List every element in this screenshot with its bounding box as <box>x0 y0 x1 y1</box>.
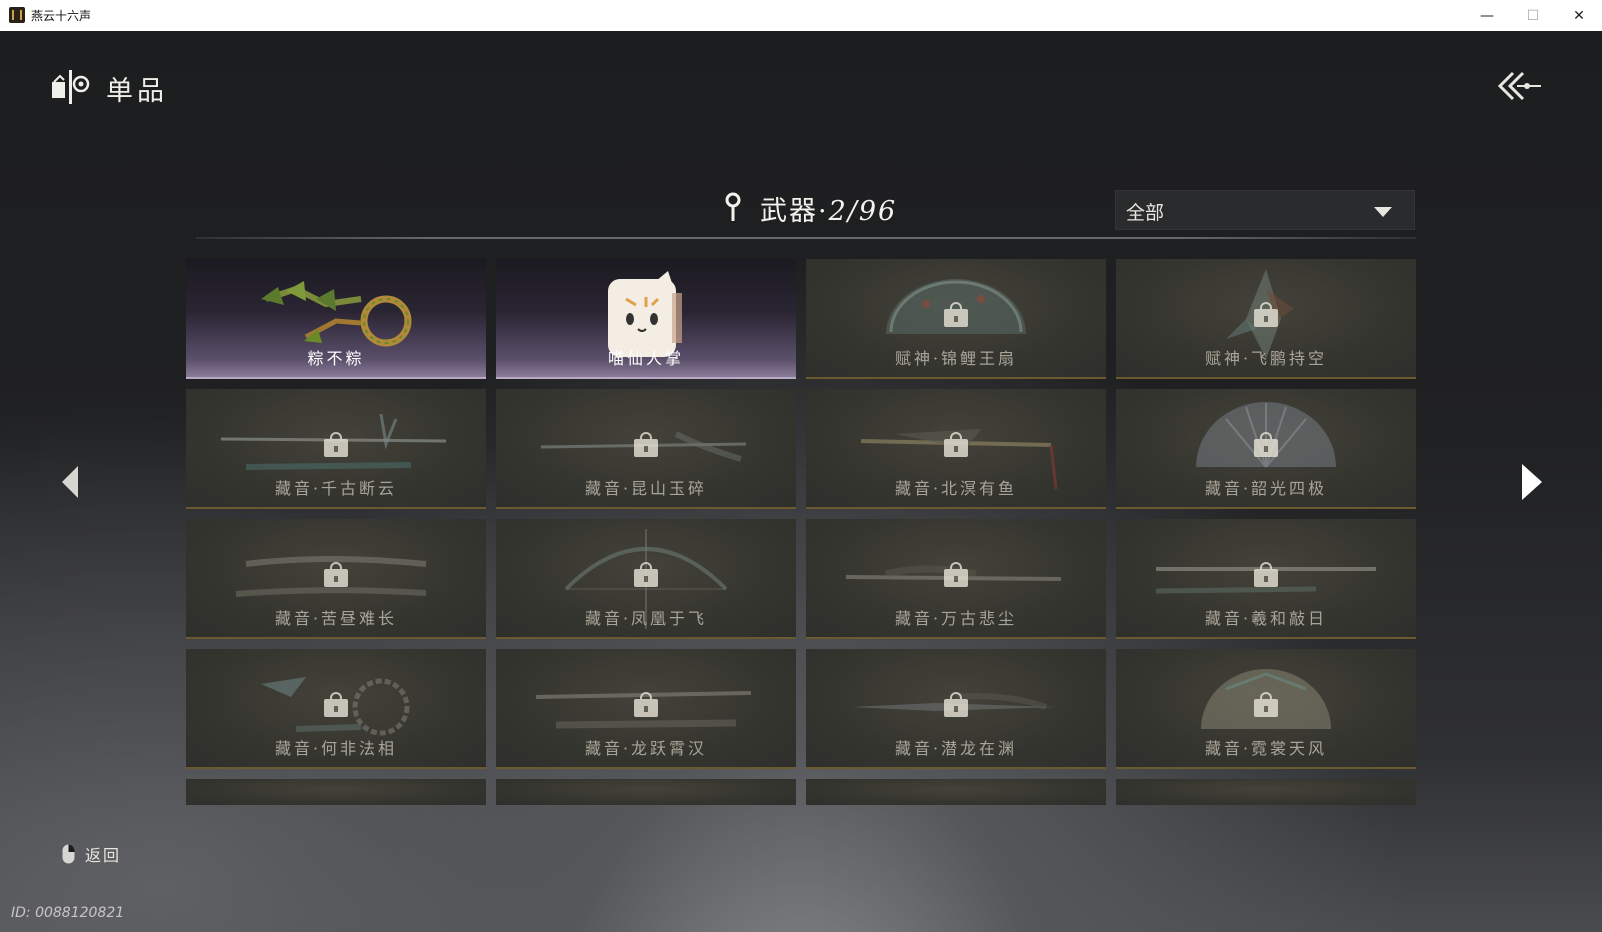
lock-icon <box>1254 692 1278 717</box>
category-name: 武器 <box>760 196 818 227</box>
previous-page-arrow-icon[interactable] <box>58 463 82 501</box>
chevron-down-icon <box>1374 207 1392 217</box>
back-arrow-icon[interactable] <box>1497 69 1543 103</box>
item-card[interactable]: 藏音·羲和敲日 <box>1116 519 1416 639</box>
filter-value: 全部 <box>1126 202 1165 224</box>
item-name: 藏音·万古悲尘 <box>894 609 1018 628</box>
item-card-partial[interactable] <box>806 779 1106 805</box>
back-label: 返回 <box>85 846 122 865</box>
item-card[interactable]: 藏音·霓裳天风 <box>1116 649 1416 769</box>
minimize-button[interactable]: — <box>1464 0 1510 31</box>
item-card[interactable]: 喵仙人掌 <box>496 259 796 379</box>
lock-icon <box>944 562 968 587</box>
close-button[interactable]: ✕ <box>1556 0 1602 31</box>
lock-icon <box>944 432 968 457</box>
item-card-partial[interactable] <box>1116 779 1416 805</box>
header-divider <box>196 237 1416 239</box>
wardrobe-icon <box>52 70 90 104</box>
mouse-right-click-icon <box>62 844 75 864</box>
lock-icon <box>944 302 968 327</box>
item-name: 粽不粽 <box>307 349 365 368</box>
item-card-partial[interactable] <box>496 779 796 805</box>
lock-icon <box>324 432 348 457</box>
category-title: 武器·2/96 <box>760 189 897 228</box>
item-name: 藏音·北溟有鱼 <box>894 479 1018 498</box>
user-id: ID: 0088120821 <box>11 905 125 921</box>
filter-dropdown[interactable]: 全部 <box>1115 190 1415 230</box>
item-name: 藏音·潜龙在渊 <box>894 739 1018 758</box>
item-card[interactable]: 藏音·韶光四极 <box>1116 389 1416 509</box>
lock-icon <box>634 562 658 587</box>
lock-icon <box>634 692 658 717</box>
game-screen: 单品 武器·2/96 全部 粽不粽 喵仙人掌 赋神·锦鲤王扇 赋神·飞鹏持空 藏… <box>0 31 1602 932</box>
item-name: 藏音·千古断云 <box>274 479 398 498</box>
lock-icon <box>324 562 348 587</box>
lock-icon <box>944 692 968 717</box>
lock-icon <box>634 432 658 457</box>
item-name: 藏音·苦昼难长 <box>274 609 398 628</box>
item-name: 喵仙人掌 <box>607 349 684 368</box>
item-card[interactable]: 藏音·北溟有鱼 <box>806 389 1106 509</box>
lock-icon <box>1254 432 1278 457</box>
item-card[interactable]: 藏音·凤凰于飞 <box>496 519 796 639</box>
item-name: 赋神·锦鲤王扇 <box>894 349 1018 368</box>
maximize-button[interactable]: ☐ <box>1510 0 1556 31</box>
lock-icon <box>1254 302 1278 327</box>
window-titlebar: 燕云十六声 — ☐ ✕ <box>0 0 1602 32</box>
item-name: 藏音·霓裳天风 <box>1204 739 1328 758</box>
item-card[interactable]: 赋神·锦鲤王扇 <box>806 259 1106 379</box>
page-title: 单品 <box>106 76 168 107</box>
item-name: 藏音·何非法相 <box>274 739 398 758</box>
item-card[interactable]: 藏音·潜龙在渊 <box>806 649 1106 769</box>
lock-icon <box>1254 562 1278 587</box>
window-title: 燕云十六声 <box>31 9 92 23</box>
item-name: 藏音·昆山玉碎 <box>584 479 708 498</box>
item-card-partial[interactable] <box>186 779 486 805</box>
category-count: 2/96 <box>828 196 898 227</box>
item-name: 藏音·龙跃霄汉 <box>584 739 708 758</box>
item-card[interactable]: 藏音·苦昼难长 <box>186 519 486 639</box>
next-page-arrow-icon[interactable] <box>1516 461 1546 503</box>
item-card[interactable]: 赋神·飞鹏持空 <box>1116 259 1416 379</box>
back-hint[interactable]: 返回 <box>62 842 121 866</box>
lock-icon <box>324 692 348 717</box>
location-pin-icon <box>725 192 741 221</box>
item-card[interactable]: 藏音·昆山玉碎 <box>496 389 796 509</box>
item-name: 赋神·飞鹏持空 <box>1204 349 1328 368</box>
item-card[interactable]: 粽不粽 <box>186 259 486 379</box>
item-card[interactable]: 藏音·龙跃霄汉 <box>496 649 796 769</box>
item-name: 藏音·韶光四极 <box>1204 479 1328 498</box>
app-icon <box>9 7 25 23</box>
item-card[interactable]: 藏音·千古断云 <box>186 389 486 509</box>
category-separator: · <box>818 196 829 227</box>
item-name: 藏音·羲和敲日 <box>1204 609 1328 628</box>
item-card[interactable]: 藏音·何非法相 <box>186 649 486 769</box>
item-name: 藏音·凤凰于飞 <box>584 609 708 628</box>
item-card[interactable]: 藏音·万古悲尘 <box>806 519 1106 639</box>
